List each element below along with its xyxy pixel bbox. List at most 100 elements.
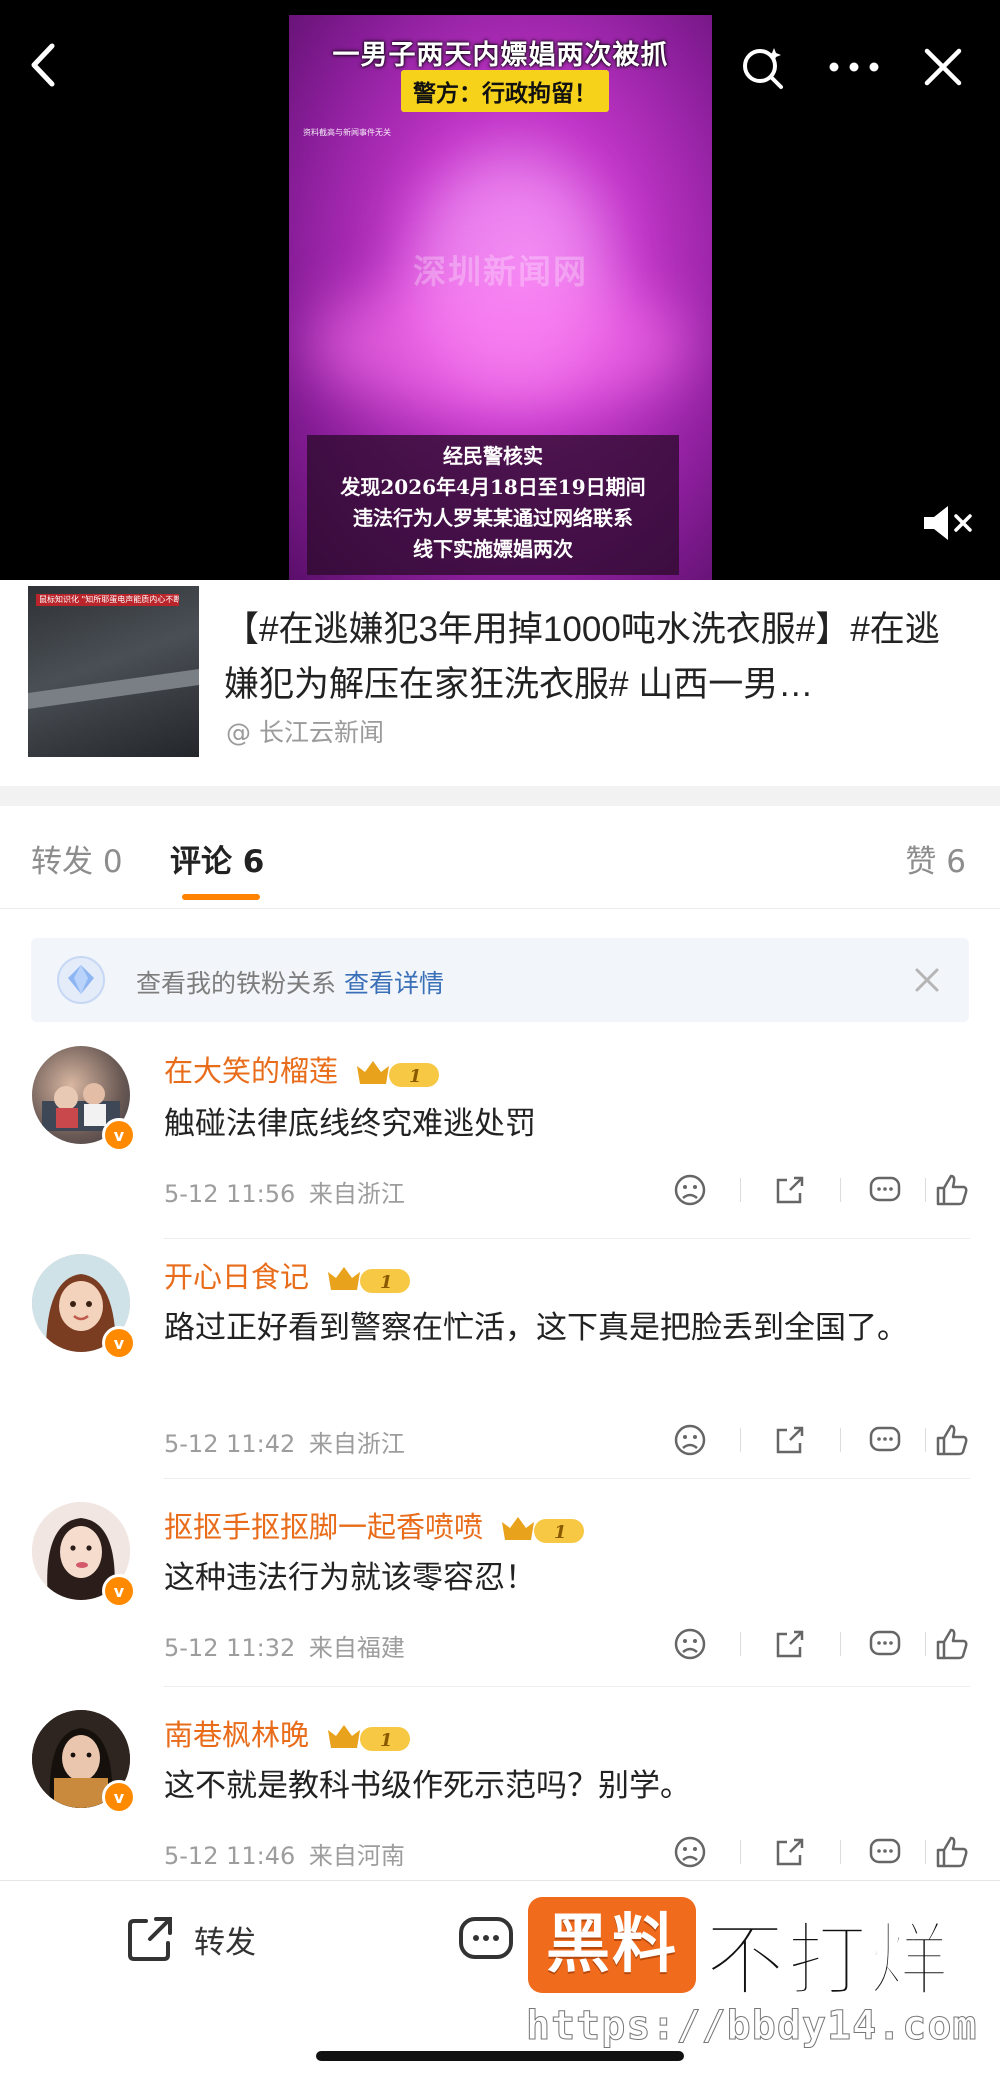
- verified-badge: v: [102, 1326, 136, 1360]
- emoji-react-icon[interactable]: [670, 1420, 710, 1460]
- comment-location: 来自河南: [308, 1842, 405, 1870]
- comment-divider: [164, 1238, 970, 1239]
- fans-banner[interactable]: 查看我的铁粉关系 查看详情: [31, 938, 969, 1022]
- crown-level-icon: 1: [357, 1061, 440, 1087]
- video-frame[interactable]: 一男子两天内嫖娼两次被抓 警方：行政拘留！ 资料截高与新闻事件无关 深圳新闻网 …: [289, 15, 712, 580]
- video-caption: 经民警核实 发现2026年4月18日至19日期间 违法行为人罗某某通过网络联系 …: [307, 435, 679, 575]
- comment-username[interactable]: 南巷枫林晚 1: [164, 1712, 416, 1754]
- post-title[interactable]: 【#在逃嫌犯3年用掉1000吨水洗衣服#】#在逃嫌犯为解压在家狂洗衣服# 山西一…: [224, 602, 974, 712]
- comment-username-text[interactable]: 南巷枫林晚: [164, 1718, 309, 1752]
- share-icon[interactable]: [770, 1420, 810, 1460]
- comment-meta: 5-12 11:46 来自河南: [164, 1836, 405, 1871]
- watermark-logo-box: 黑料: [528, 1897, 696, 1993]
- emoji-react-icon[interactable]: [670, 1170, 710, 1210]
- thumbs-up-icon[interactable]: [932, 1170, 972, 1210]
- action-divider: [840, 1428, 841, 1452]
- close-button[interactable]: [918, 42, 968, 92]
- thumbs-up-icon[interactable]: [932, 1832, 972, 1872]
- comment-item: v 在大笑的榴莲 1 触碰法律底线终究难逃处罚 5-12 11:56 来自浙江: [0, 1040, 1000, 1240]
- comment-username[interactable]: 开心日食记 1: [164, 1254, 416, 1296]
- video-player[interactable]: 一男子两天内嫖娼两次被抓 警方：行政拘留！ 资料截高与新闻事件无关 深圳新闻网 …: [0, 0, 1000, 580]
- reposted-post-card[interactable]: 鼠标知识化 "知所耶蛋电声能质内心不断" 【#在逃嫌犯3年用掉1000吨水洗衣服…: [0, 580, 1000, 786]
- watermark-logo-text: 不打烊: [704, 1913, 951, 2008]
- mute-button[interactable]: [920, 500, 976, 546]
- tab-like[interactable]: 赞 6: [905, 836, 966, 881]
- comment-bubble-icon: [459, 1917, 513, 1959]
- verified-badge: v: [102, 1574, 136, 1608]
- comment-divider: [164, 1478, 970, 1479]
- tab-comment[interactable]: 评论 6: [170, 836, 1000, 881]
- repost-icon: [128, 1917, 172, 1961]
- comment-item: v 开心日食记 1 路过正好看到警察在忙活，这下真是把脸丢到全国了。 5-12 …: [0, 1248, 1000, 1480]
- share-icon[interactable]: [770, 1832, 810, 1872]
- video-caption-line: 发现2026年4月18日至19日期间: [340, 475, 646, 499]
- comment-tabs: 转发 0 评论 6 赞 6: [0, 806, 1000, 909]
- comment-username-text[interactable]: 在大笑的榴莲: [164, 1054, 338, 1088]
- comment-meta: 5-12 11:56 来自浙江: [164, 1174, 405, 1209]
- thumbs-up-icon[interactable]: [932, 1420, 972, 1460]
- comment-location: 来自浙江: [308, 1180, 405, 1208]
- more-button[interactable]: [826, 42, 882, 92]
- comment-bubble-icon[interactable]: [865, 1170, 905, 1210]
- search-icon: [743, 48, 783, 89]
- comment-bubble-icon[interactable]: [865, 1624, 905, 1664]
- search-button[interactable]: [738, 42, 788, 92]
- home-indicator: [316, 2051, 684, 2061]
- video-caption-line: 违法行为人罗某某通过网络联系: [353, 506, 633, 530]
- close-icon: [924, 48, 962, 86]
- comment-actions: [670, 1420, 970, 1460]
- action-divider: [840, 1840, 841, 1864]
- fans-banner-text: 查看我的铁粉关系 查看详情: [136, 964, 444, 1000]
- comment-text: 路过正好看到警察在忙活，这下真是把脸丢到全国了。: [164, 1310, 908, 1346]
- close-icon: [915, 968, 939, 992]
- comment-actions: [670, 1624, 970, 1664]
- comment-actions: [670, 1170, 970, 1210]
- comment-username[interactable]: 抠抠手抠抠脚一起香喷喷 1: [164, 1504, 590, 1546]
- verified-badge: v: [102, 1118, 136, 1152]
- comment-item: v 南巷枫林晚 1 这不就是教科书级作死示范吗？别学。 5-12 11:46 来…: [0, 1706, 1000, 1880]
- comment-username-text[interactable]: 抠抠手抠抠脚一起香喷喷: [164, 1510, 483, 1544]
- post-thumbnail[interactable]: 鼠标知识化 "知所耶蛋电声能质内心不断": [28, 586, 199, 757]
- thumbnail-scene: [28, 668, 199, 710]
- fans-banner-close-button[interactable]: [905, 958, 949, 1002]
- action-divider: [740, 1428, 741, 1452]
- tab-repost[interactable]: 转发 0: [31, 836, 123, 881]
- repost-label[interactable]: 转发: [194, 1917, 256, 1962]
- comment-time: 5-12 11:42: [164, 1430, 296, 1458]
- share-icon[interactable]: [770, 1624, 810, 1664]
- back-button[interactable]: [18, 40, 68, 90]
- comment-meta: 5-12 11:32 来自福建: [164, 1628, 405, 1663]
- diamond-badge-icon: [57, 956, 105, 1004]
- video-caption-line: 线下实施嫖娼两次: [413, 537, 573, 561]
- action-divider: [740, 1840, 741, 1864]
- active-tab-indicator: [182, 894, 260, 900]
- emoji-react-icon[interactable]: [670, 1624, 710, 1664]
- comment-bubble-icon[interactable]: [865, 1832, 905, 1872]
- repost-button[interactable]: 转发: [120, 1909, 256, 1969]
- comment-username[interactable]: 在大笑的榴莲 1: [164, 1048, 445, 1090]
- comment-text: 触碰法律底线终究难逃处罚: [164, 1106, 536, 1142]
- share-icon[interactable]: [770, 1170, 810, 1210]
- action-divider: [740, 1632, 741, 1656]
- emoji-react-icon[interactable]: [670, 1832, 710, 1872]
- verified-badge: v: [102, 1780, 136, 1814]
- comment-divider: [164, 1686, 970, 1687]
- comment-item: v 抠抠手抠抠脚一起香喷喷 1 这种违法行为就该零容忍！ 5-12 11:32 …: [0, 1500, 1000, 1690]
- level-number: 1: [380, 1730, 393, 1751]
- comment-bubble-icon[interactable]: [865, 1420, 905, 1460]
- video-caption-line: 经民警核实: [443, 444, 543, 468]
- comment-username-text[interactable]: 开心日食记: [164, 1260, 309, 1294]
- comment-time: 5-12 11:56: [164, 1180, 296, 1208]
- chevron-left-icon: [31, 43, 55, 87]
- comment-location: 来自浙江: [308, 1430, 405, 1458]
- fans-details-link[interactable]: 查看详情: [344, 969, 444, 998]
- action-divider: [925, 1428, 926, 1452]
- page: 一男子两天内嫖娼两次被抓 警方：行政拘留！ 资料截高与新闻事件无关 深圳新闻网 …: [0, 0, 1000, 2077]
- action-divider: [925, 1632, 926, 1656]
- comment-time: 5-12 11:46: [164, 1842, 296, 1870]
- watermark-url: https://bbdy14.com: [525, 2003, 978, 2050]
- action-divider: [840, 1632, 841, 1656]
- comment-meta: 5-12 11:42 来自浙江: [164, 1424, 405, 1459]
- post-author[interactable]: @ 长江云新闻: [226, 713, 384, 749]
- thumbs-up-icon[interactable]: [932, 1624, 972, 1664]
